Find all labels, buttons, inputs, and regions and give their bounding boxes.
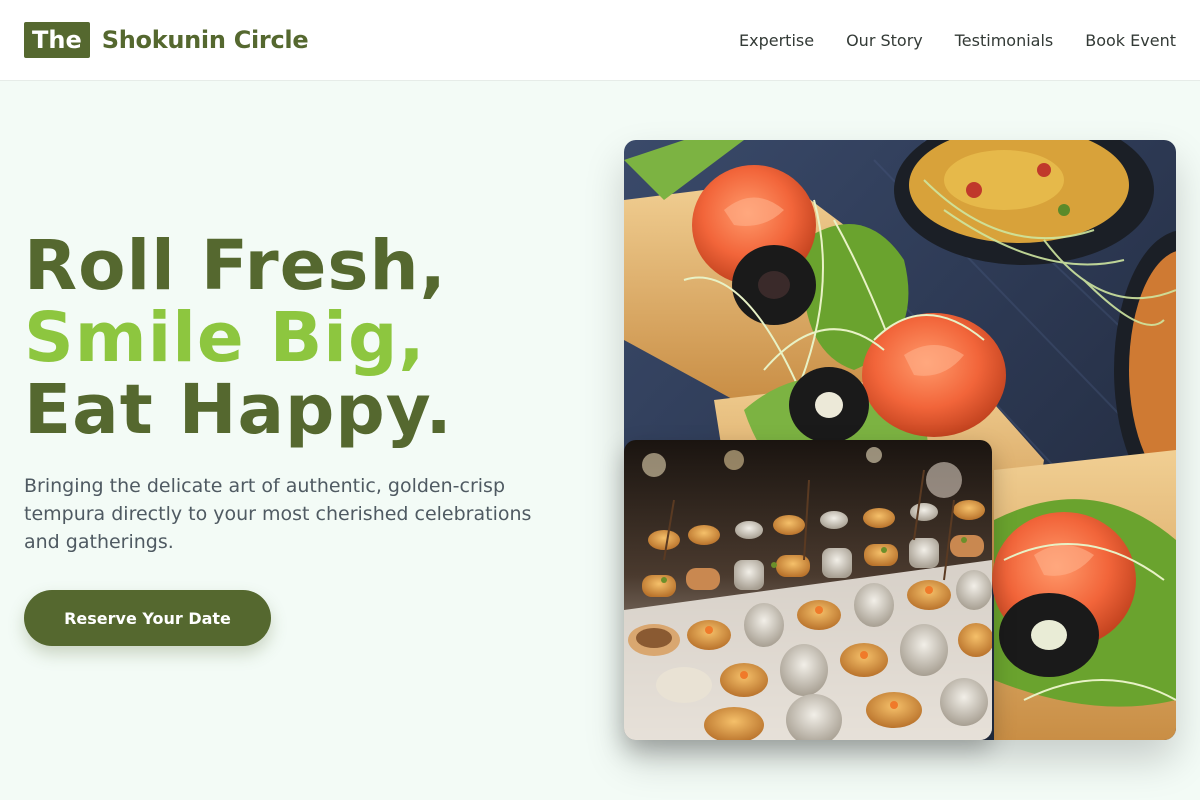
headline-line-1: Roll Fresh, xyxy=(24,226,447,306)
logo-badge: The xyxy=(24,22,90,58)
headline-line-3: Eat Happy. xyxy=(24,370,453,450)
logo-text: Shokunin Circle xyxy=(101,26,309,54)
main-nav: Expertise Our Story Testimonials Book Ev… xyxy=(739,31,1176,50)
logo[interactable]: The Shokunin Circle xyxy=(24,22,309,58)
nav-book-event[interactable]: Book Event xyxy=(1085,31,1176,50)
headline-line-2: Smile Big, xyxy=(24,298,426,378)
inset-food-image xyxy=(624,440,992,740)
site-header: The Shokunin Circle Expertise Our Story … xyxy=(0,0,1200,81)
nav-testimonials[interactable]: Testimonials xyxy=(955,31,1054,50)
buffet-illustration xyxy=(624,440,992,740)
hero-subtitle: Bringing the delicate art of authentic, … xyxy=(24,475,532,553)
hero-headline: Roll Fresh, Smile Big, Eat Happy. xyxy=(24,230,584,446)
reserve-date-button[interactable]: Reserve Your Date xyxy=(24,590,271,646)
hero-content: Roll Fresh, Smile Big, Eat Happy. Bringi… xyxy=(24,230,584,646)
nav-our-story[interactable]: Our Story xyxy=(846,31,923,50)
nav-expertise[interactable]: Expertise xyxy=(739,31,814,50)
